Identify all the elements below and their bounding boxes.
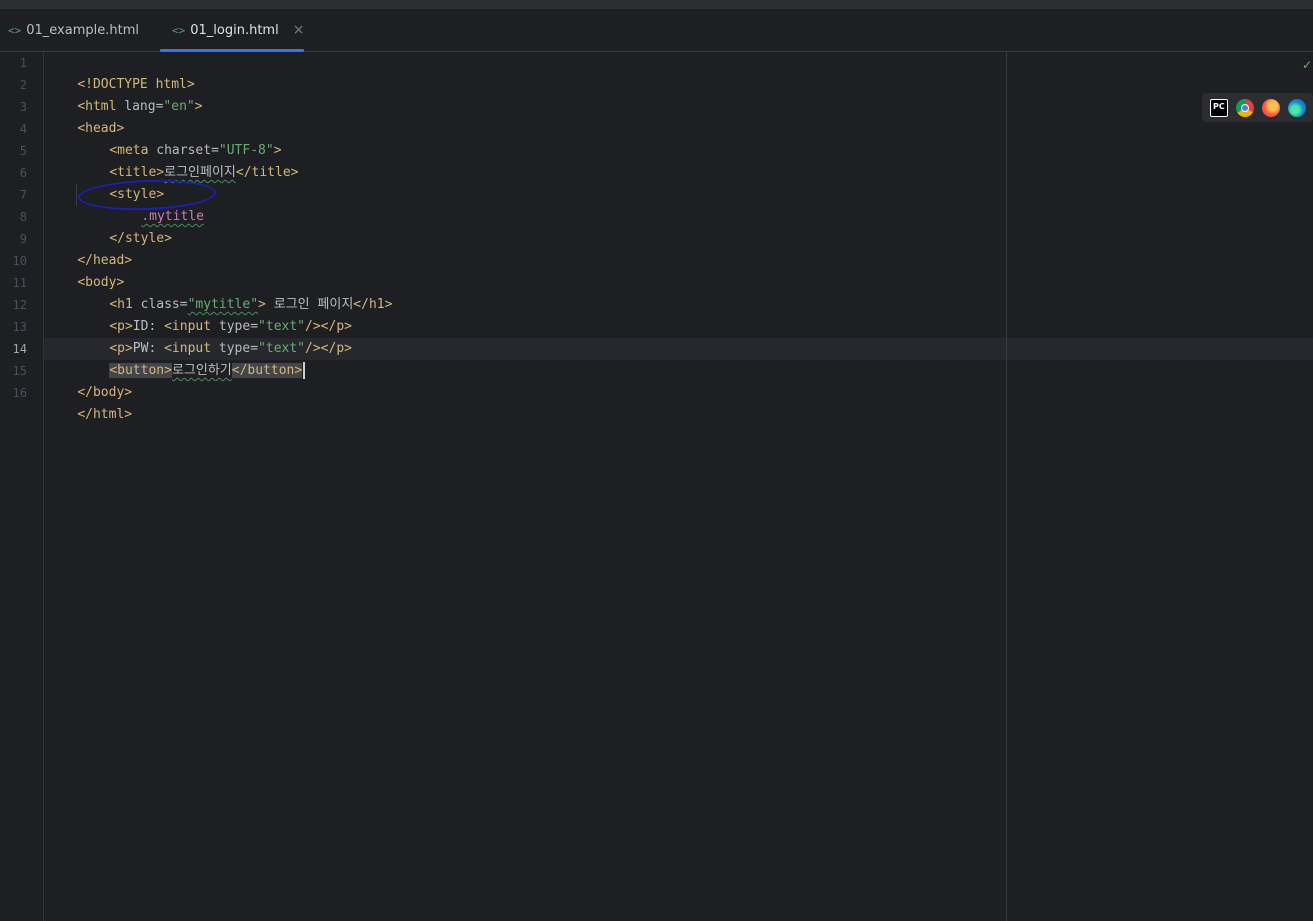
tab-01-example[interactable]: <> 01_example.html — [0, 9, 160, 51]
code-line: </body> — [77, 385, 133, 400]
tab-label: 01_example.html — [26, 22, 139, 38]
line-number: 9 — [19, 232, 27, 246]
line-number-current: 14 — [12, 342, 27, 356]
right-margin-guide — [1006, 52, 1007, 921]
code-line: <p>PW: <input type="text"/></p> — [109, 341, 352, 356]
line-number: 7 — [19, 188, 27, 202]
inspection-ok-icon[interactable]: ✓ — [1302, 58, 1312, 72]
line-number: 10 — [12, 254, 27, 268]
tab-label: 01_login.html — [190, 22, 279, 38]
line-number: 5 — [19, 144, 27, 158]
html-file-icon: <> — [172, 23, 186, 37]
code-line: </html> — [77, 407, 133, 422]
line-number: 6 — [19, 166, 27, 180]
code-line-current: <button>로그인하기</button> — [46, 338, 306, 379]
close-icon[interactable]: × — [293, 22, 305, 38]
pycharm-icon[interactable]: PC — [1210, 98, 1228, 117]
editor-tab-bar: <> 01_example.html <> 01_login.html × — [0, 9, 1313, 52]
code-line: <title>로그인페이지</title> — [109, 165, 299, 180]
tab-01-login[interactable]: <> 01_login.html × — [160, 9, 305, 52]
code-line: <html lang="en"> — [77, 99, 203, 114]
code-editor[interactable]: <!DOCTYPE html> <html lang="en"> <head> … — [44, 52, 1313, 921]
line-number: 12 — [12, 298, 27, 312]
html-file-icon: <> — [8, 23, 22, 37]
edge-icon[interactable] — [1288, 98, 1306, 117]
code-line: <p>ID: <input type="text"/></p> — [109, 319, 352, 334]
line-number-gutter: 1 2 3 4 5 6 7 8 9 10 11 12 13 14 15 16 — [0, 52, 44, 921]
code-line: <body> — [77, 275, 125, 290]
text-caret — [303, 362, 306, 379]
line-number: 4 — [19, 122, 27, 136]
code-line: <!DOCTYPE html> — [77, 77, 195, 92]
code-line: <meta charset="UTF-8"> — [109, 143, 282, 158]
code-line: <head> — [77, 121, 125, 136]
line-number: 11 — [12, 276, 27, 290]
line-number: 15 — [12, 364, 27, 378]
line-number: 1 — [19, 56, 27, 70]
code-line: <h1 class="mytitle"> 로그인 페이지</h1> — [109, 297, 393, 312]
window-top-strip — [0, 0, 1313, 9]
chrome-icon[interactable] — [1236, 98, 1254, 117]
line-number: 13 — [12, 320, 27, 334]
line-number: 2 — [19, 78, 27, 92]
browser-preview-toolbar: PC — [1202, 93, 1313, 122]
line-number: 3 — [19, 100, 27, 114]
line-number: 8 — [19, 210, 27, 224]
code-line: </head> — [77, 253, 133, 268]
line-number: 16 — [12, 386, 27, 400]
firefox-icon[interactable] — [1262, 98, 1280, 117]
